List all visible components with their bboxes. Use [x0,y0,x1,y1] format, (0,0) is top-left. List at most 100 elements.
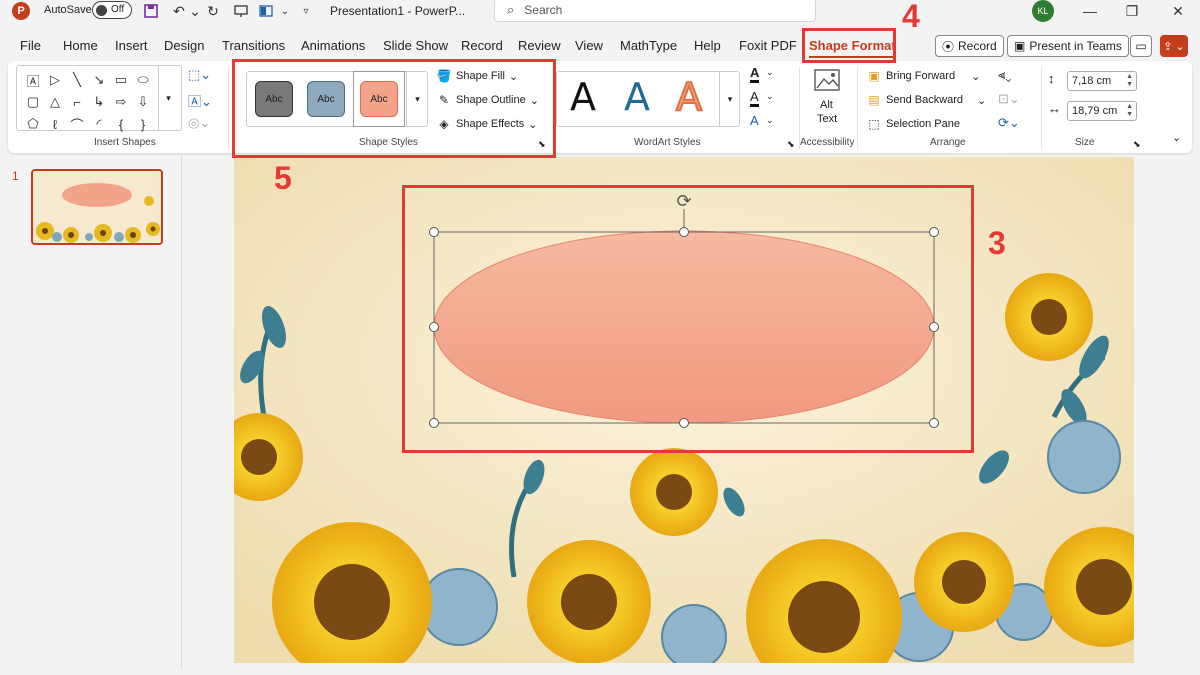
customize-toolbar-icon[interactable]: ▿ [296,1,316,21]
dialog-launcher-icon[interactable]: ⬊ [1133,139,1141,150]
wordart-style-blue[interactable]: A [624,75,650,119]
tab-design[interactable]: Design [164,38,204,53]
layout-dropdown-icon[interactable]: ⌄ [275,1,295,21]
minimize-icon[interactable]: — [1075,0,1105,22]
group-divider [1041,67,1042,149]
right-brace-icon[interactable]: } [132,113,154,135]
group-divider [228,67,229,149]
panel-divider [181,155,182,670]
alt-text-button[interactable]: Alt Text [808,65,846,131]
tab-help[interactable]: Help [694,38,721,53]
shape-height-input[interactable]: 7,18 cm ▲ ▼ [1067,71,1137,91]
freeform-icon[interactable]: ⬠ [22,113,44,135]
tab-view[interactable]: View [575,38,603,53]
size-group-label: Size [1075,137,1095,148]
present-in-teams-label: Present in Teams [1029,39,1122,53]
height-value: 7,18 cm [1072,75,1112,87]
present-icon[interactable] [231,1,251,21]
search-input[interactable]: ⌕ Search [494,0,816,22]
width-value: 18,79 cm [1072,105,1118,117]
tab-file[interactable]: File [20,38,41,53]
shape-width-icon: ↔ [1048,101,1061,116]
send-backward-icon: ▤ [868,93,880,107]
elbow-arrow-icon[interactable]: ↳ [88,91,110,113]
close-icon[interactable]: ✕ [1163,0,1193,22]
tab-record[interactable]: Record [461,38,503,53]
triangle-icon[interactable]: △ [44,91,66,113]
avatar[interactable]: KL [1032,0,1054,22]
oval-icon[interactable]: ⬭ [132,69,154,91]
share-button[interactable]: ⇪ ⌄ [1160,35,1188,57]
edit-shape-icon[interactable]: ⬚⌄ [188,67,211,83]
right-arrow-icon[interactable]: ⇨ [110,91,132,113]
annotation-box-shape-styles [232,59,556,158]
autosave-toggle[interactable]: Off [92,1,132,19]
bring-forward-button[interactable]: ▣ Bring Forward ⌄ [866,69,980,83]
text-effects-icon[interactable]: A [750,113,759,128]
line-icon[interactable]: ╲ [66,69,88,91]
share-icon: ⇪ ⌄ [1163,40,1185,53]
tab-animations[interactable]: Animations [301,38,365,53]
merge-shapes-icon: ◎⌄ [188,115,211,130]
collapse-ribbon-icon[interactable]: ⌄ [1172,131,1181,144]
selection-pane-label: Selection Pane [886,118,960,130]
chevron-down-icon[interactable]: ⌄ [766,67,774,78]
spinner-icon[interactable]: ▲ ▼ [1126,73,1133,89]
chevron-down-icon: ⌄ [971,70,981,83]
alt-text-icon [814,69,840,91]
tab-transitions[interactable]: Transitions [222,38,285,53]
search-icon: ⌕ [507,2,515,17]
save-icon[interactable] [141,1,161,21]
wordart-more-icon[interactable]: ▾ [719,71,740,127]
tab-foxit-pdf[interactable]: Foxit PDF [739,38,797,53]
present-in-teams-button[interactable]: ▣ Present in Teams [1007,35,1129,57]
annotation-box-slide-shape [402,185,974,453]
arrow-line-icon[interactable]: ↘ [88,69,110,91]
layout-icon[interactable] [256,1,276,21]
tab-review[interactable]: Review [518,38,561,53]
restore-icon[interactable]: ❐ [1117,0,1147,22]
text-outline-icon[interactable]: A [750,89,759,107]
chevron-down-icon[interactable]: ⌄ [766,115,774,126]
curve-icon[interactable]: ⌒ [66,113,88,135]
wordart-style-outline[interactable]: A [675,74,703,120]
record-button[interactable]: ⦿ Record [935,35,1004,57]
rotate-icon[interactable]: ⟳⌄ [998,115,1020,131]
vertical-text-box-icon[interactable]: ▷ [44,69,66,91]
text-box-insert-icon[interactable]: 🄰⌄ [188,91,212,110]
group-divider [857,67,858,149]
text-box-icon[interactable]: 🄰 [22,69,44,91]
shape-width-input[interactable]: 18,79 cm ▲ ▼ [1067,101,1137,121]
annotation-box-shape-format-tab [802,28,896,63]
align-icon[interactable]: ⫷⌄ [998,67,1011,83]
accessibility-group-label: Accessibility [800,137,855,148]
dialog-launcher-icon[interactable]: ⬊ [787,139,795,150]
shapes-more-icon[interactable]: ▾ [158,65,178,131]
spinner-icon[interactable]: ▲ ▼ [1126,103,1133,119]
undo-dropdown-icon[interactable]: ⌄ [185,1,205,21]
tab-insert[interactable]: Insert [115,38,148,53]
slide-thumbnail[interactable] [31,169,163,245]
tab-mathtype[interactable]: MathType [620,38,677,53]
text-fill-icon[interactable]: A [750,65,760,83]
wordart-style-plain[interactable]: A [570,75,596,119]
rectangle-icon[interactable]: ▭ [110,69,132,91]
annotation-number-5: 5 [274,160,292,196]
redo-icon[interactable]: ↻ [203,1,223,21]
connector-icon[interactable]: ⌐ [66,91,88,113]
scribble-icon[interactable]: ℓ [44,113,66,135]
insert-shapes-group-label: Insert Shapes [94,137,156,148]
arc-icon[interactable]: ◜ [88,113,110,135]
rounded-rectangle-icon[interactable]: ▢ [22,91,44,113]
tab-slide-show[interactable]: Slide Show [383,38,448,53]
send-backward-button[interactable]: ▤ Send Backward ⌄ [866,93,986,107]
slide-number: 1 [12,169,19,183]
selection-pane-button[interactable]: ⬚ Selection Pane [866,117,960,131]
comments-icon[interactable]: ▭ [1130,35,1152,57]
teams-icon: ▣ [1014,39,1026,53]
shapes-grid: 🄰 ▷ ╲ ↘ ▭ ⬭ ▢ △ ⌐ ↳ ⇨ ⇩ ⬠ ℓ ⌒ ◜ { } [22,69,154,135]
chevron-down-icon[interactable]: ⌄ [766,91,774,102]
tab-home[interactable]: Home [63,38,98,53]
left-brace-icon[interactable]: { [110,113,132,135]
down-arrow-icon[interactable]: ⇩ [132,91,154,113]
